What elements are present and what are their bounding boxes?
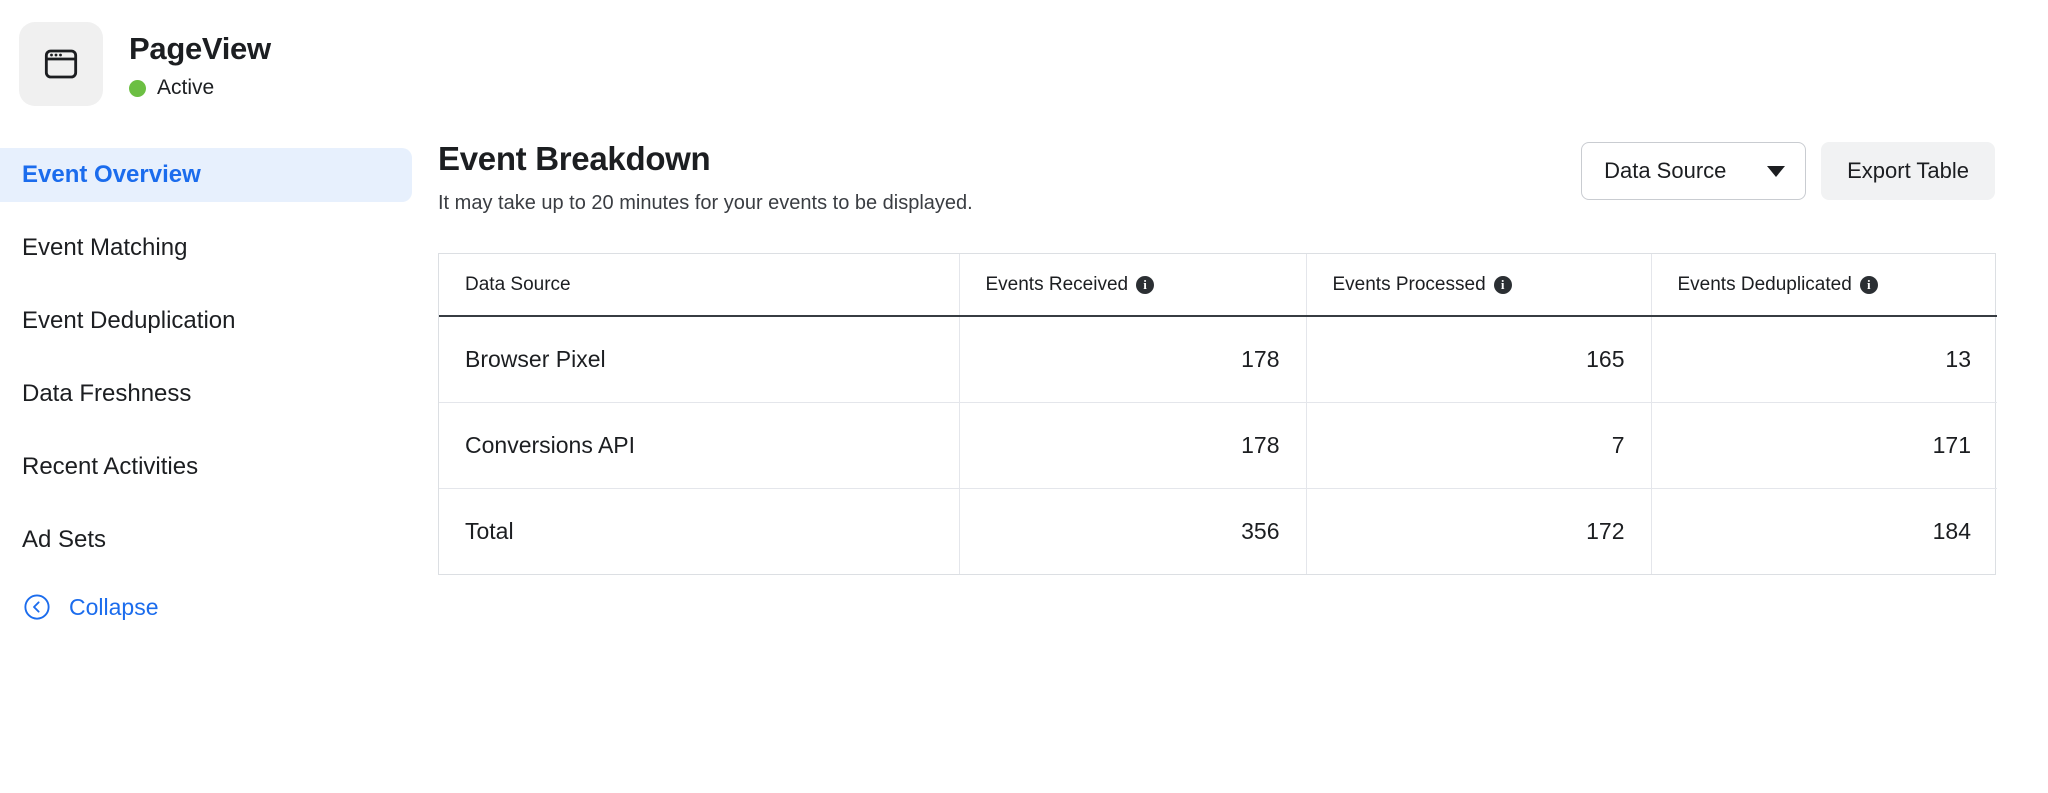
sidebar-item-label: Event Overview	[22, 161, 201, 188]
table-row-total: Total 356 172 184	[439, 488, 1997, 574]
main-header: Event Breakdown It may take up to 20 min…	[438, 140, 2048, 245]
status-dot-icon	[129, 79, 146, 97]
sidebar-item-label: Event Deduplication	[22, 307, 236, 334]
event-breakdown-table: Data Source Events Received i Events Pro…	[438, 253, 1997, 575]
table-row: Browser Pixel 178 165 13	[439, 316, 1997, 403]
cell-events-processed: 172	[1306, 488, 1652, 574]
data-source-dropdown[interactable]: Data Source	[1581, 142, 1807, 200]
sidebar: Event Overview Event Matching Event Dedu…	[0, 148, 420, 627]
cell-events-deduplicated: 171	[1651, 402, 1997, 489]
sidebar-item-event-overview[interactable]: Event Overview	[0, 148, 412, 202]
app-header: PageView Active	[0, 0, 2048, 135]
sidebar-item-ad-sets[interactable]: Ad Sets	[0, 513, 420, 567]
app-icon	[19, 22, 103, 106]
cell-events-deduplicated: 13	[1651, 316, 1997, 403]
table-row: Conversions API 178 7 171	[439, 402, 1997, 489]
cell-events-received: 178	[959, 402, 1307, 489]
collapse-label: Collapse	[69, 593, 159, 620]
cell-events-received: 356	[959, 488, 1307, 574]
table-header-row: Data Source Events Received i Events Pro…	[439, 254, 1997, 317]
status-badge: Active	[129, 76, 214, 100]
column-header-label: Events Received	[985, 273, 1129, 295]
info-icon[interactable]: i	[1136, 275, 1155, 294]
column-header-label: Events Processed	[1332, 273, 1486, 295]
sidebar-item-event-deduplication[interactable]: Event Deduplication	[0, 294, 420, 348]
column-header-events-received: Events Received i	[959, 254, 1307, 317]
browser-window-icon	[44, 49, 78, 79]
header-actions: Data Source Export Table	[1581, 142, 1995, 200]
collapse-button[interactable]: Collapse	[0, 587, 420, 627]
sidebar-item-recent-activities[interactable]: Recent Activities	[0, 440, 420, 494]
column-header-label: Events Deduplicated	[1677, 273, 1852, 295]
sidebar-item-label: Data Freshness	[22, 380, 192, 407]
sidebar-item-label: Ad Sets	[22, 526, 107, 553]
export-table-button[interactable]: Export Table	[1821, 142, 1995, 200]
chevron-down-icon	[1767, 165, 1786, 177]
sidebar-item-label: Event Matching	[22, 234, 188, 261]
column-header-events-deduplicated: Events Deduplicated i	[1651, 254, 1997, 317]
page-subtitle: It may take up to 20 minutes for your ev…	[438, 192, 973, 214]
cell-events-deduplicated: 184	[1932, 517, 1971, 544]
page-title: Event Breakdown	[438, 140, 711, 177]
app-title: PageView	[129, 31, 271, 66]
cell-data-source: Total	[439, 488, 960, 574]
cell-data-source: Conversions API	[439, 402, 960, 489]
column-header-label: Data Source	[465, 273, 571, 295]
column-header-events-processed: Events Processed i	[1306, 254, 1652, 317]
data-source-dropdown-label: Data Source	[1604, 158, 1727, 183]
info-icon[interactable]: i	[1859, 275, 1878, 294]
main-content: Event Breakdown It may take up to 20 min…	[438, 140, 2048, 575]
cell-events-received: 178	[959, 316, 1307, 403]
sidebar-item-label: Recent Activities	[22, 453, 199, 480]
cell-data-source: Browser Pixel	[439, 316, 960, 403]
cell-events-processed: 7	[1306, 402, 1652, 489]
sidebar-item-data-freshness[interactable]: Data Freshness	[0, 367, 420, 421]
column-header-data-source: Data Source	[439, 254, 960, 317]
status-label: Active	[157, 76, 215, 99]
sidebar-item-event-matching[interactable]: Event Matching	[0, 221, 420, 275]
cell-events-processed: 165	[1306, 316, 1652, 403]
info-icon[interactable]: i	[1493, 275, 1512, 294]
chevron-left-circle-icon	[24, 594, 50, 620]
